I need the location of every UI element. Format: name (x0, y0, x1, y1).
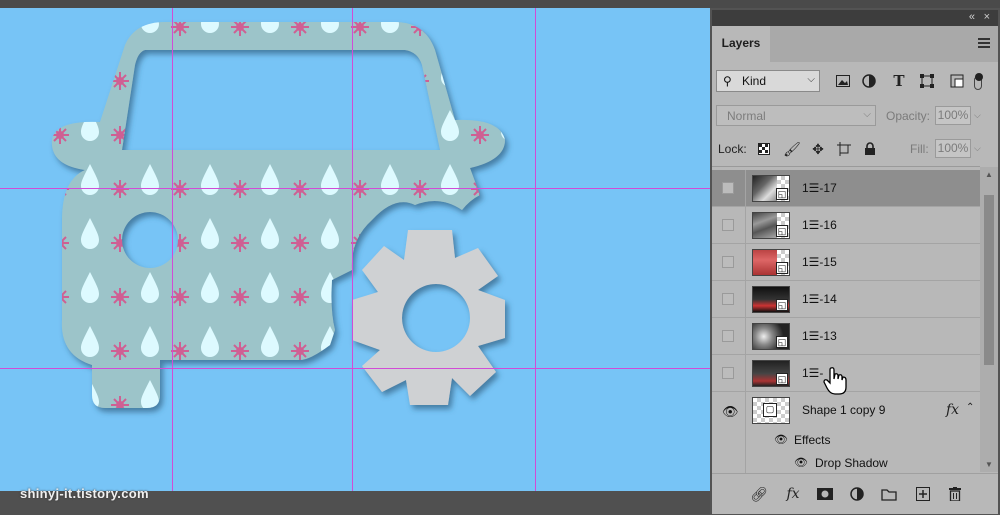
chevron-down-icon: ⌵ (807, 74, 815, 85)
guide-line (0, 368, 710, 369)
panel-header-bar: « × (712, 10, 998, 26)
eye-icon[interactable]: 👁 (722, 404, 739, 420)
fill-label: Fill: (910, 142, 929, 156)
visibility-toggle[interactable] (722, 182, 734, 194)
layer-thumbnail: ◱ (752, 249, 790, 276)
tab-layers[interactable]: Layers (712, 26, 770, 62)
canvas-area: shinyj-it.tistory.com (0, 0, 710, 515)
layer-name: 1☰-13 (802, 329, 837, 343)
layer-name: 1☰-17 (802, 181, 837, 195)
effects-row[interactable]: 👁 Effects (712, 429, 980, 451)
scroll-down-icon[interactable]: ▼ (985, 460, 993, 469)
layer-thumbnail: ◱ (752, 323, 790, 350)
lock-all-icon[interactable] (860, 139, 880, 159)
effects-label: Effects (794, 433, 831, 447)
drop-shadow-row[interactable]: 👁 Drop Shadow (712, 451, 980, 473)
layer-row[interactable]: ◱ 1☰-14 (712, 281, 980, 318)
visibility-toggle[interactable] (722, 330, 734, 342)
blend-mode-value: Normal (727, 109, 766, 123)
chevron-down-icon: ⌵ (863, 109, 871, 120)
layer-name: 1☰-16 (802, 218, 837, 232)
layers-bottom-toolbar: 🔗︎ fx (712, 473, 998, 514)
tab-row: Layers (712, 26, 998, 62)
layer-name: 1☰-15 (802, 255, 837, 269)
image-filter-icon[interactable] (832, 70, 854, 92)
layer-name: Shape 1 copy 9 (802, 403, 886, 417)
collapse-icon[interactable]: « (969, 11, 975, 23)
guide-line (352, 8, 353, 491)
filter-row: ⚲ Kind ⌵ T (712, 68, 998, 94)
smart-object-icon: ◱ (776, 225, 788, 237)
blend-row: Normal ⌵ Opacity: 100% ⌵ (712, 103, 998, 129)
type-filter-icon[interactable]: T (888, 70, 910, 92)
layer-row[interactable]: ◱ 1☰-16 (712, 207, 980, 244)
smart-object-icon: ◱ (776, 262, 788, 274)
kind-filter-select[interactable]: ⚲ Kind ⌵ (716, 70, 820, 92)
fx-icon[interactable]: fx (946, 402, 959, 418)
lock-label: Lock: (718, 142, 747, 156)
trash-icon[interactable] (944, 484, 966, 504)
drop-shadow-label: Drop Shadow (815, 456, 888, 470)
guide-line (535, 8, 536, 491)
visibility-toggle[interactable] (722, 219, 734, 231)
scroll-up-icon[interactable]: ▲ (985, 170, 993, 179)
layers-panel: « × Layers ⚲ Kind ⌵ T Normal ⌵ Opacity: … (710, 8, 1000, 515)
smart-object-icon: ◱ (776, 299, 788, 311)
visibility-toggle[interactable] (722, 293, 734, 305)
watermark: shinyj-it.tistory.com (20, 486, 149, 501)
opacity-label: Opacity: (886, 109, 931, 123)
shape-vector-icon: ▢ (763, 403, 777, 417)
chevron-up-icon[interactable]: ⌃ (966, 402, 974, 413)
visibility-toggle[interactable] (722, 367, 734, 379)
fill-dropdown-icon[interactable]: ⌵ (974, 143, 981, 154)
layer-name: 1☰-14 (802, 292, 837, 306)
layers-list: ◱ 1☰-17 ◱ 1☰-16 ◱ 1☰-15 ◱ 1☰-14 ◱ 1☰-13 … (712, 166, 980, 473)
mask-icon[interactable] (814, 484, 836, 504)
layer-row[interactable]: ◱ 1☰-13 (712, 318, 980, 355)
lock-artboard-icon[interactable] (834, 139, 854, 159)
shape-filter-icon[interactable] (916, 70, 938, 92)
adjustment-filter-icon[interactable] (858, 70, 880, 92)
smart-object-icon: ◱ (776, 336, 788, 348)
eye-icon[interactable]: 👁 (794, 456, 808, 469)
artwork (51, 22, 505, 408)
kind-filter-label: Kind (742, 74, 767, 88)
blend-mode-select[interactable]: Normal ⌵ (716, 105, 876, 126)
layer-thumbnail: ◱ (752, 286, 790, 313)
layer-thumbnail: ◱ (752, 175, 790, 202)
scrollbar-thumb[interactable] (984, 195, 994, 365)
layer-row[interactable]: ◱ 1☰-15 (712, 244, 980, 281)
opacity-input[interactable]: 100% (935, 106, 971, 125)
lock-image-pixels-icon[interactable]: 🖌 (782, 139, 802, 159)
eye-icon[interactable]: 👁 (774, 433, 788, 446)
smart-object-filter-icon[interactable] (946, 70, 968, 92)
layer-thumbnail: ◱ (752, 212, 790, 239)
smart-object-icon: ◱ (776, 373, 788, 385)
lock-row: Lock: 🖌 ✥ Fill: 100% ⌵ (712, 136, 998, 162)
layers-scrollbar[interactable]: ▲ ▼ (980, 167, 998, 472)
hand-cursor-icon (822, 366, 850, 401)
visibility-toggle[interactable] (722, 256, 734, 268)
adjustment-icon[interactable] (846, 484, 868, 504)
folder-icon[interactable] (878, 484, 900, 504)
layer-row[interactable]: ◱ 1☰-17 (712, 170, 980, 207)
guide-line (172, 8, 173, 491)
link-icon[interactable]: 🔗︎ (748, 484, 770, 504)
filter-toggle-switch[interactable] (974, 73, 983, 90)
lock-transparent-pixels-icon[interactable] (754, 139, 774, 159)
layer-thumbnail: ◱ (752, 360, 790, 387)
lock-position-icon[interactable]: ✥ (808, 139, 828, 159)
close-icon[interactable]: × (984, 11, 990, 23)
search-icon: ⚲ (723, 74, 732, 88)
opacity-dropdown-icon[interactable]: ⌵ (974, 110, 981, 121)
fx-icon[interactable]: fx (782, 484, 804, 504)
new-layer-icon[interactable] (912, 484, 934, 504)
document-canvas[interactable] (0, 8, 710, 491)
layer-name: 1☰- (802, 366, 824, 380)
fill-input[interactable]: 100% (935, 139, 971, 158)
panel-menu-icon[interactable] (978, 38, 990, 48)
guide-line (0, 188, 710, 189)
smart-object-icon: ◱ (776, 188, 788, 200)
layer-thumbnail: ▢ (752, 397, 790, 424)
